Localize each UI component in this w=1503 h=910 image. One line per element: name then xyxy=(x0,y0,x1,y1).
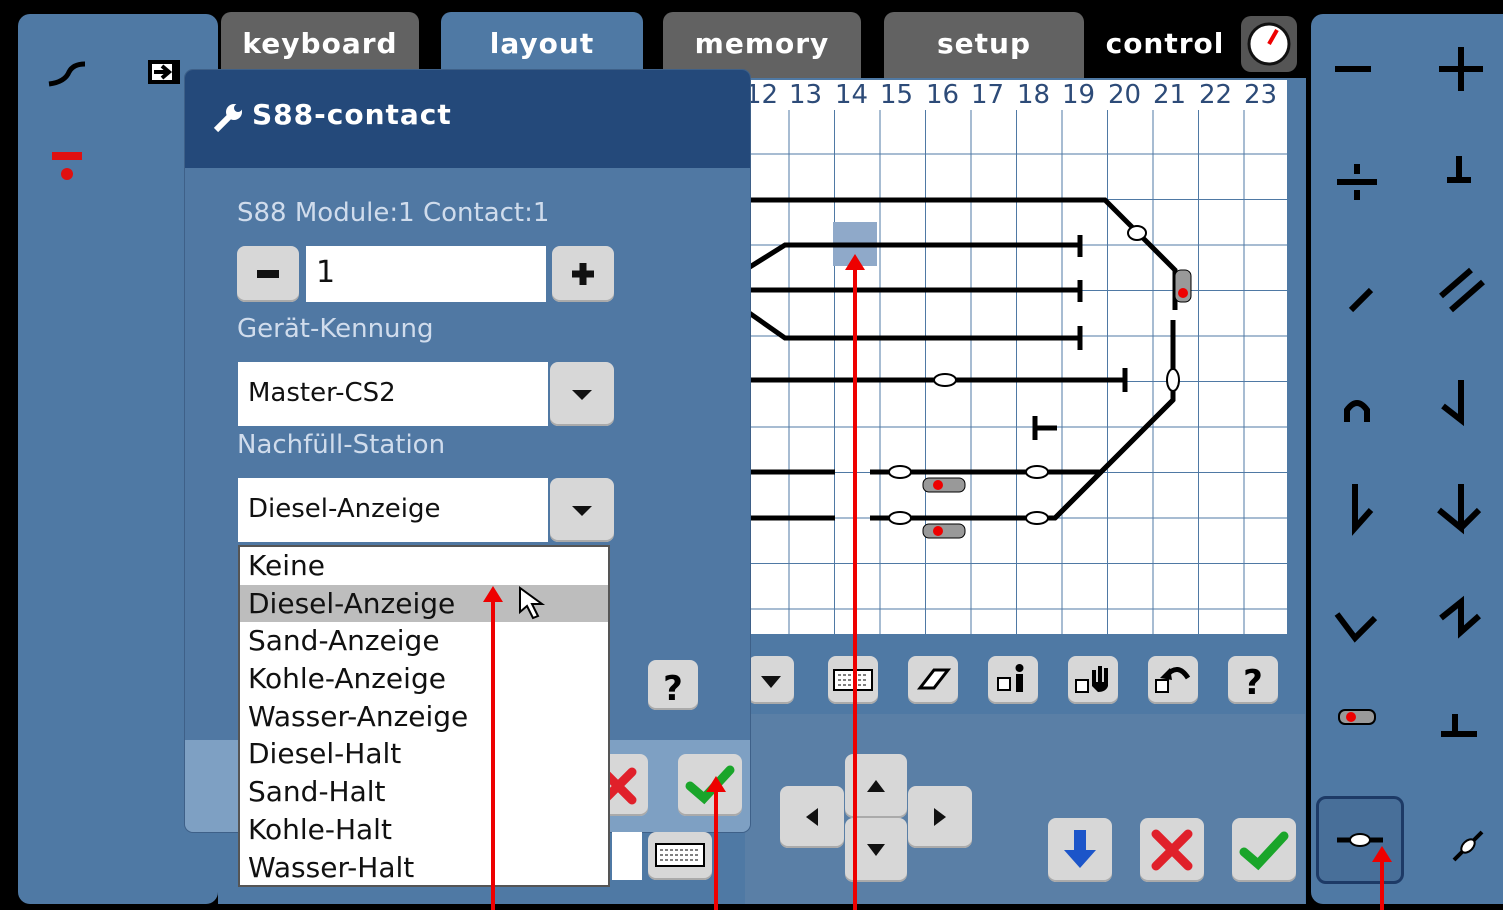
wrench-icon xyxy=(213,104,242,133)
increment-button[interactable] xyxy=(552,246,614,302)
hand-icon[interactable] xyxy=(1068,656,1118,704)
option-wasser-anzeige[interactable]: Wasser-Anzeige xyxy=(240,698,608,736)
info-icon[interactable] xyxy=(988,656,1038,704)
option-sand-halt[interactable]: Sand-Halt xyxy=(240,773,608,811)
delete-tool-icon[interactable] xyxy=(52,150,84,184)
confirm-button[interactable] xyxy=(1232,818,1296,882)
tab-keyboard[interactable]: keyboard xyxy=(221,12,419,78)
grid-col-19: 19 xyxy=(1062,80,1096,110)
tab-control[interactable]: control xyxy=(1100,12,1230,78)
help-grid-button[interactable]: ? xyxy=(1228,656,1278,704)
device-select[interactable]: Master-CS2 xyxy=(238,362,548,426)
station-select[interactable]: Diesel-Anzeige xyxy=(238,478,548,542)
track-layout xyxy=(745,197,1192,539)
option-kohle-anzeige[interactable]: Kohle-Anzeige xyxy=(240,660,608,698)
move-right-button[interactable] xyxy=(908,786,972,848)
grid-col-14: 14 xyxy=(835,80,869,110)
device-dropdown-button[interactable] xyxy=(550,362,614,426)
keyboard-input-button[interactable] xyxy=(648,832,712,880)
tab-layout[interactable]: layout xyxy=(441,12,643,78)
grid-col-13: 13 xyxy=(789,80,823,110)
grid-col-22: 22 xyxy=(1199,80,1233,110)
grid-col-23: 23 xyxy=(1244,80,1278,110)
grid-col-16: 16 xyxy=(926,80,960,110)
option-kohle-halt[interactable]: Kohle-Halt xyxy=(240,811,608,849)
download-button[interactable] xyxy=(1048,818,1112,882)
grid-header: 12 13 14 15 16 17 18 19 20 21 22 23 xyxy=(745,80,1287,110)
eraser-icon[interactable] xyxy=(908,656,958,704)
annotation-arrow xyxy=(845,254,865,910)
undo-icon[interactable] xyxy=(1148,656,1198,704)
move-left-button[interactable] xyxy=(780,786,844,848)
station-dropdown-button[interactable] xyxy=(550,478,614,542)
decrement-button[interactable] xyxy=(237,246,299,302)
annotation-arrow xyxy=(1372,846,1392,910)
module-contact-label: S88 Module:1 Contact:1 xyxy=(237,198,550,228)
grid-col-15: 15 xyxy=(880,80,914,110)
help-button[interactable]: ? xyxy=(648,660,698,710)
cursor-icon xyxy=(519,586,546,620)
svg-text:?: ? xyxy=(1243,663,1263,703)
selected-contact-tool[interactable] xyxy=(1316,796,1404,884)
option-keine[interactable]: Keine xyxy=(240,547,608,585)
grid-col-17: 17 xyxy=(971,80,1005,110)
grid-col-18: 18 xyxy=(1017,80,1051,110)
contact-number-input[interactable]: 1 xyxy=(306,246,546,302)
station-dropdown-list: Keine Diesel-Anzeige Sand-Anzeige Kohle-… xyxy=(238,545,610,887)
tab-memory[interactable]: memory xyxy=(663,12,861,78)
text-field-stub[interactable] xyxy=(612,832,642,880)
track-switch-icon[interactable] xyxy=(45,58,90,90)
exit-icon[interactable] xyxy=(146,58,184,88)
svg-text:?: ? xyxy=(663,669,683,709)
annotation-arrow xyxy=(706,776,726,910)
gauge-icon[interactable] xyxy=(1241,16,1297,72)
option-diesel-halt[interactable]: Diesel-Halt xyxy=(240,735,608,773)
device-label: Gerät-Kennung xyxy=(237,314,434,344)
option-diesel-anzeige[interactable]: Diesel-Anzeige xyxy=(240,584,608,623)
option-wasser-halt[interactable]: Wasser-Halt xyxy=(240,849,608,887)
diagonal-contact-icon[interactable] xyxy=(1448,826,1488,866)
cancel-button[interactable] xyxy=(1140,818,1204,882)
scroll-down-button[interactable] xyxy=(748,656,794,704)
track-element-palette[interactable] xyxy=(1311,14,1503,904)
annotation-arrow xyxy=(483,586,503,910)
option-sand-anzeige[interactable]: Sand-Anzeige xyxy=(240,622,608,660)
tab-setup[interactable]: setup xyxy=(884,12,1084,78)
station-label: Nachfüll-Station xyxy=(237,430,446,460)
dialog-title: S88-contact xyxy=(252,98,452,131)
grid-col-20: 20 xyxy=(1108,80,1142,110)
grid-col-21: 21 xyxy=(1153,80,1187,110)
